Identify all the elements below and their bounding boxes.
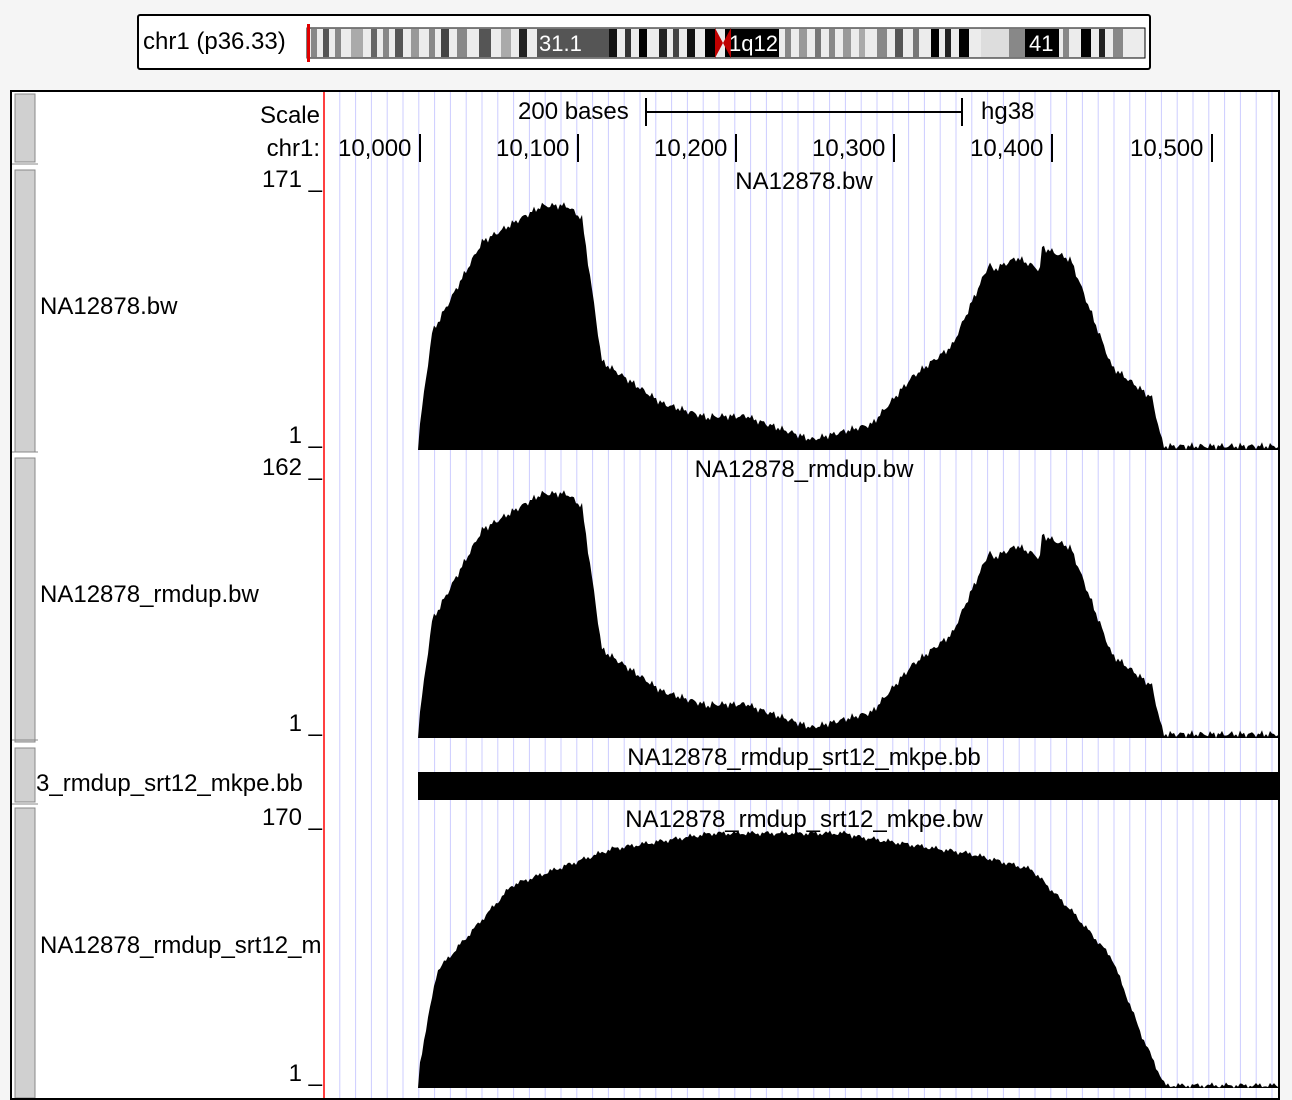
- ideogram-band: [659, 29, 667, 57]
- track-title: NA12878_rmdup_srt12_mkpe.bw: [625, 806, 983, 833]
- ideogram-band: [383, 29, 389, 57]
- band-label: 31.1: [539, 31, 582, 56]
- track-title: NA12878_rmdup.bw: [694, 456, 914, 483]
- chrom-label: chr1:: [266, 135, 320, 162]
- ideogram-band: [519, 29, 527, 57]
- ideogram-band: [457, 29, 467, 57]
- ideogram-band: [859, 29, 865, 57]
- ideogram-band: [895, 29, 903, 57]
- track-title: NA12878.bw: [735, 168, 873, 195]
- track-min-value: 1 _: [288, 710, 322, 737]
- track-side-label[interactable]: NA12878_rmdup.bw: [40, 581, 322, 609]
- track-button: [14, 169, 36, 453]
- chromosome-ideogram[interactable]: chr1 (p36.33) 31.1 1q12 41: [137, 14, 1151, 70]
- track-button: [14, 807, 36, 1098]
- ideogram-bands[interactable]: 31.1 1q12 41: [139, 16, 1149, 68]
- ideogram-band: [843, 29, 851, 57]
- ideogram-band: [323, 29, 329, 57]
- track-max-value: 162 _: [261, 454, 322, 481]
- track-max-value: 171 _: [261, 166, 322, 193]
- track-button: [14, 747, 36, 803]
- ideogram-band: [959, 29, 969, 57]
- ideogram-band: [913, 29, 919, 57]
- ideogram-band: [705, 29, 715, 57]
- ideogram-band: [371, 29, 377, 57]
- ruler-tick-label: 10,200: [654, 135, 728, 162]
- ideogram-band: [609, 29, 617, 57]
- ruler-tick-label: 10,300: [812, 135, 886, 162]
- position-marker: [307, 24, 310, 62]
- band-label: 1q12: [729, 31, 778, 56]
- ideogram-band: [981, 29, 1009, 57]
- signal-area-track2: [418, 490, 1278, 738]
- ideogram-band: [785, 29, 791, 57]
- ideogram-band: [501, 29, 511, 57]
- track-min-value: 1 _: [288, 422, 322, 449]
- ideogram-band: [395, 29, 403, 57]
- ideogram-band: [625, 29, 631, 57]
- ideogram-band: [1099, 29, 1105, 57]
- band-label: 41: [1029, 31, 1053, 56]
- ideogram-band: [815, 29, 821, 57]
- ideogram-band: [1009, 29, 1025, 57]
- track-side-label[interactable]: NA12878_rmdup_srt12_mkpe.bw: [40, 932, 322, 960]
- ideogram-band: [877, 29, 887, 57]
- ideogram-band: [479, 29, 491, 57]
- track-min-value: 1 _: [288, 1060, 322, 1087]
- ideogram-band: [441, 29, 449, 57]
- ideogram-band: [429, 29, 435, 57]
- assembly-label: hg38: [981, 98, 1035, 125]
- signal-area-track4: [418, 830, 1278, 1088]
- ideogram-band: [829, 29, 835, 57]
- ruler-tick-label: 10,400: [970, 135, 1044, 162]
- track-button: [14, 93, 36, 163]
- ideogram-band: [1113, 29, 1123, 57]
- ideogram-band: [687, 29, 695, 57]
- track-button: [14, 457, 36, 743]
- ideogram-band: [1081, 29, 1091, 57]
- scale-label: Scale: [259, 102, 320, 129]
- ideogram-band: [335, 29, 341, 57]
- ideogram-band: [931, 29, 939, 57]
- ideogram-band: [311, 29, 317, 57]
- ideogram-band: [639, 29, 647, 57]
- ideogram-band: [351, 29, 363, 57]
- ruler-tick-label: 10,500: [1130, 135, 1204, 162]
- signal-area-track1: [418, 202, 1278, 450]
- track-max-value: 170 _: [261, 804, 322, 831]
- ideogram-band: [673, 29, 679, 57]
- ruler-tick-label: 10,100: [496, 135, 570, 162]
- scale-bar-text: 200 bases: [518, 98, 629, 125]
- track-side-label[interactable]: 3_rmdup_srt12_mkpe.bb: [36, 770, 322, 798]
- ideogram-band: [411, 29, 419, 57]
- ideogram-band: [799, 29, 807, 57]
- track-title: NA12878_rmdup_srt12_mkpe.bb: [627, 744, 981, 771]
- bed-feature: [418, 772, 1278, 800]
- ideogram-band: [945, 29, 951, 57]
- browser-image[interactable]: Scale chr1: 200 bases hg38 10,000 10,100…: [10, 90, 1280, 1100]
- ruler-tick-label: 10,000: [338, 135, 412, 162]
- track-side-label[interactable]: NA12878.bw: [40, 293, 322, 321]
- ideogram-band: [1063, 29, 1069, 57]
